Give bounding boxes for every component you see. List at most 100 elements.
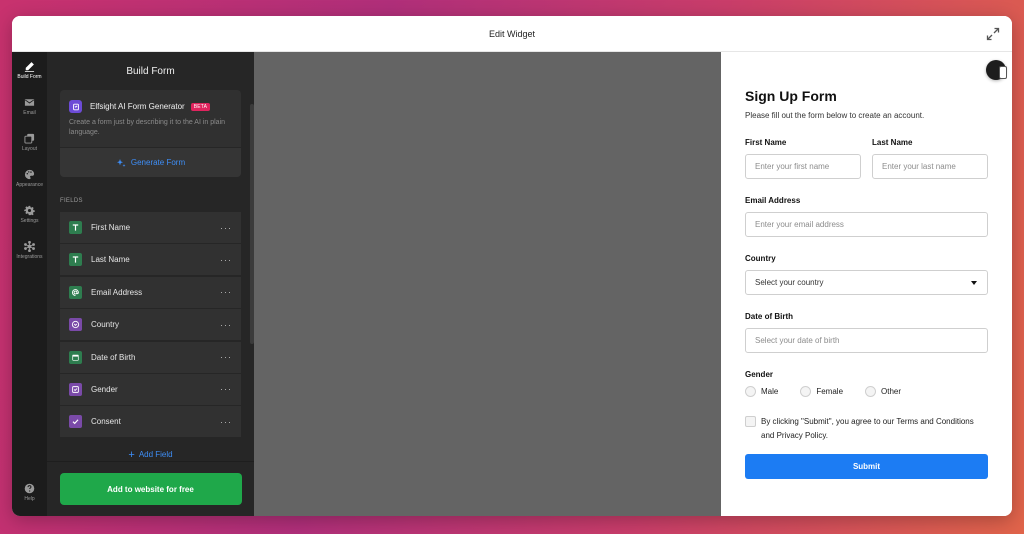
nav-label: Appearance	[16, 181, 43, 188]
last-name-label: Last Name	[872, 138, 913, 147]
gender-options: Male Female Other	[745, 386, 988, 397]
text-field-icon	[69, 221, 82, 234]
at-sign-icon	[69, 285, 82, 299]
field-label: Email Address	[91, 287, 143, 297]
help-icon	[24, 483, 35, 493]
radio-label: Female	[816, 387, 844, 396]
add-field-label: Add Field	[138, 449, 173, 459]
gender-option-male[interactable]: Male	[745, 386, 778, 397]
generate-form-label: Generate Form	[130, 158, 186, 167]
radio-button[interactable]	[865, 386, 877, 397]
integrations-icon	[24, 240, 35, 252]
more-options-icon[interactable]: ···	[220, 384, 232, 394]
panel-footer: Add to website for free	[47, 461, 254, 516]
nav-layout[interactable]: Layout	[12, 124, 47, 160]
radio-button[interactable]	[745, 386, 756, 397]
nav-label: Help	[24, 495, 35, 502]
more-options-icon[interactable]: ···	[220, 223, 232, 233]
consent-checkbox[interactable]	[745, 416, 756, 427]
ai-card-title: Elfsight AI Form Generator	[90, 102, 185, 111]
nav-label: Settings	[20, 217, 39, 224]
submit-button[interactable]: Submit	[745, 454, 988, 479]
more-options-icon[interactable]: ···	[220, 320, 232, 330]
field-label: Consent	[91, 417, 121, 427]
add-field-button[interactable]: + Add Field	[60, 439, 241, 460]
field-item-first-name[interactable]: First Name ···	[60, 212, 241, 243]
ai-card-description: Create a form just by describing it to t…	[69, 119, 226, 136]
gender-option-other[interactable]: Other	[865, 386, 901, 397]
chevron-down-icon	[971, 280, 977, 285]
add-to-website-button[interactable]: Add to website for free	[59, 473, 242, 505]
country-select-value: Select your country	[755, 278, 824, 287]
country-select[interactable]: Select your country	[745, 270, 988, 295]
email-label: Email Address	[745, 196, 801, 205]
nav-settings[interactable]: Settings	[12, 196, 47, 232]
first-name-input[interactable]	[745, 154, 861, 179]
consent-row: By clicking "Submit", you agree to our T…	[745, 415, 988, 443]
editor-canvas	[254, 52, 721, 516]
ai-logo-icon	[69, 100, 82, 113]
device-toggle-button[interactable]	[986, 60, 1007, 80]
checkmark-icon	[69, 415, 82, 429]
form-title: Sign Up Form	[745, 88, 837, 104]
window-title: Edit Widget	[488, 28, 536, 39]
radio-button[interactable]	[800, 386, 812, 397]
gear-icon	[24, 205, 35, 215]
editor-window: Edit Widget Build Form Email Layout Appe…	[12, 16, 1012, 516]
panel-title: Build Form	[126, 65, 175, 77]
field-item-last-name[interactable]: Last Name ···	[60, 244, 241, 276]
email-input[interactable]	[745, 212, 988, 237]
title-bar: Edit Widget	[12, 16, 1012, 52]
nav-help[interactable]: Help	[12, 474, 47, 510]
icon-nav: Build Form Email Layout Appearance Setti…	[12, 52, 47, 516]
fields-heading: FIELDS	[60, 198, 83, 204]
field-label: Country	[91, 320, 120, 330]
nav-build-form[interactable]: Build Form	[12, 52, 47, 88]
field-item-email-address[interactable]: Email Address ···	[60, 276, 241, 308]
more-options-icon[interactable]: ···	[220, 287, 232, 297]
consent-text: By clicking "Submit", you agree to our T…	[761, 417, 974, 440]
nav-label: Integrations	[16, 253, 43, 260]
dob-label: Date of Birth	[745, 312, 793, 321]
more-options-icon[interactable]: ···	[220, 352, 232, 362]
palette-icon	[24, 169, 35, 179]
build-form-panel: Build Form Elfsight AI Form Generator BE…	[47, 52, 254, 516]
field-item-country[interactable]: Country ···	[60, 309, 241, 341]
radio-label: Other	[881, 387, 902, 396]
dropdown-icon	[69, 318, 82, 332]
nav-appearance[interactable]: Appearance	[12, 160, 47, 196]
generate-form-button[interactable]: Generate Form	[60, 147, 241, 177]
nav-email[interactable]: Email	[12, 88, 47, 124]
nav-label: Layout	[21, 145, 37, 152]
field-label: Date of Birth	[91, 352, 136, 362]
field-item-date-of-birth[interactable]: Date of Birth ···	[60, 341, 241, 373]
field-item-gender[interactable]: Gender ···	[60, 373, 241, 405]
nav-label: Email	[23, 109, 36, 116]
nav-integrations[interactable]: Integrations	[12, 232, 47, 268]
form-description: Please fill out the form below to create…	[745, 111, 925, 120]
dob-input[interactable]	[745, 328, 988, 353]
more-options-icon[interactable]: ···	[220, 255, 232, 265]
layout-icon	[24, 133, 35, 144]
calendar-icon	[69, 350, 82, 364]
field-item-consent[interactable]: Consent ···	[60, 406, 241, 438]
nav-label: Build Form	[17, 73, 42, 80]
pencil-icon	[24, 61, 35, 72]
expand-icon[interactable]	[986, 27, 1000, 41]
panel-scroll-area: Elfsight AI Form Generator BETA Create a…	[47, 90, 254, 461]
ai-generator-card: Elfsight AI Form Generator BETA Create a…	[60, 90, 241, 177]
text-field-icon	[69, 253, 82, 267]
form-preview: Sign Up Form Please fill out the form be…	[721, 52, 1012, 516]
envelope-icon	[24, 98, 35, 106]
field-label: Last Name	[91, 255, 130, 265]
last-name-input[interactable]	[872, 154, 988, 179]
gender-option-female[interactable]: Female	[800, 386, 843, 397]
signup-form: Sign Up Form Please fill out the form be…	[745, 88, 988, 479]
field-label: Gender	[91, 384, 118, 394]
field-label: First Name	[91, 223, 131, 232]
more-options-icon[interactable]: ···	[220, 417, 232, 427]
radio-label: Male	[761, 387, 779, 396]
country-label: Country	[745, 254, 776, 263]
sparkle-icon	[116, 158, 126, 167]
first-name-label: First Name	[745, 138, 787, 147]
